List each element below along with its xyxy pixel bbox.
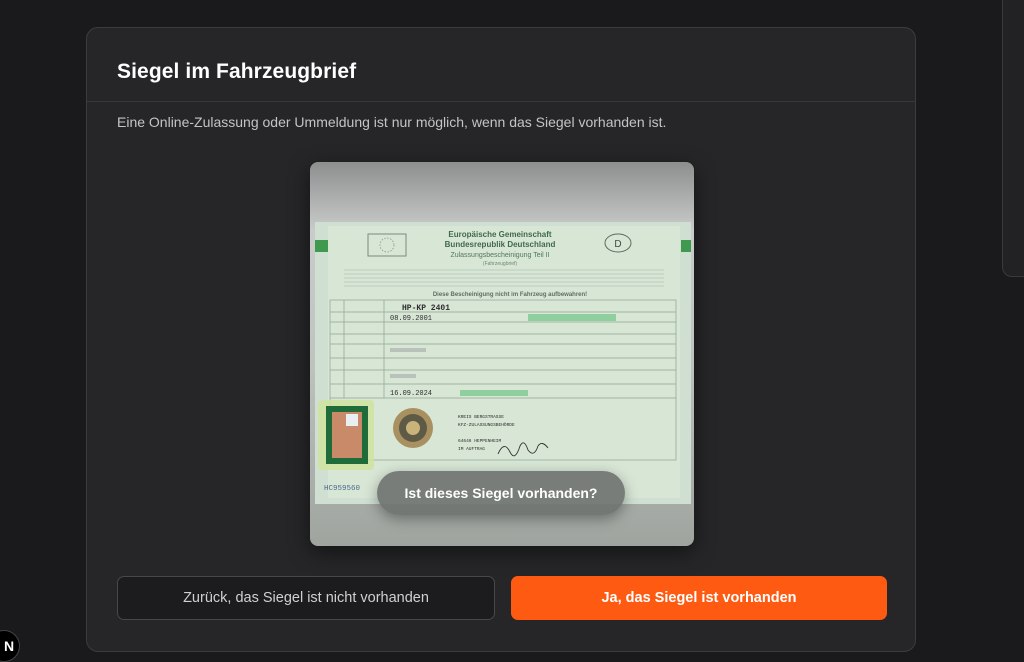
seal-missing-button[interactable]: Zurück, das Siegel ist nicht vorhanden (117, 576, 495, 620)
doc-header-line4: (Fahrzeugbrief) (483, 261, 518, 267)
seal-qr-icon (346, 414, 358, 426)
vehicle-document-preview: D Europäische Gemeinschaft Bundesrepubli… (310, 162, 694, 546)
green-field (528, 314, 616, 321)
seal-dialog: Siegel im Fahrzeugbrief Eine Online-Zula… (86, 27, 916, 652)
doc-plate: HP-KP 2401 (402, 304, 450, 313)
next-logo-icon[interactable]: N (0, 630, 20, 662)
doc-serial: HC959560 (324, 485, 361, 493)
sheet-edge-mark-right (681, 240, 691, 252)
doc-header-line2: Bundesrepublik Deutschland (445, 240, 556, 249)
country-code: D (614, 239, 621, 250)
doc-banner: Diese Bescheinigung nicht im Fahrzeug au… (433, 292, 587, 298)
authority-line1: KREIS BERGSTRASSE (458, 414, 504, 420)
authority-line3: 64646 HEPPENHEIM (458, 438, 502, 444)
sheet-edge-mark-left (315, 240, 328, 252)
green-field-2 (460, 390, 528, 396)
doc-date-first: 08.09.2001 (390, 315, 432, 323)
dialog-title: Siegel im Fahrzeugbrief (117, 60, 357, 83)
header-divider (87, 101, 915, 102)
doc-header-line3: Zulassungsbescheinigung Teil II (450, 252, 549, 259)
seal-question-pill: Ist dieses Siegel vorhanden? (377, 471, 625, 515)
side-panel (1002, 0, 1024, 277)
dialog-subtitle: Eine Online-Zulassung oder Ummeldung ist… (117, 114, 667, 130)
doc-date-issue: 16.09.2024 (390, 390, 432, 398)
seal-present-button[interactable]: Ja, das Siegel ist vorhanden (511, 576, 887, 620)
doc-header-line1: Europäische Gemeinschaft (448, 230, 551, 239)
authority-line4: IM AUFTRAG (458, 446, 485, 452)
authority-line2: KFZ-ZULASSUNGSBEHÖRDE (458, 421, 515, 428)
redacted-field (390, 374, 416, 378)
redacted-field (390, 348, 426, 352)
